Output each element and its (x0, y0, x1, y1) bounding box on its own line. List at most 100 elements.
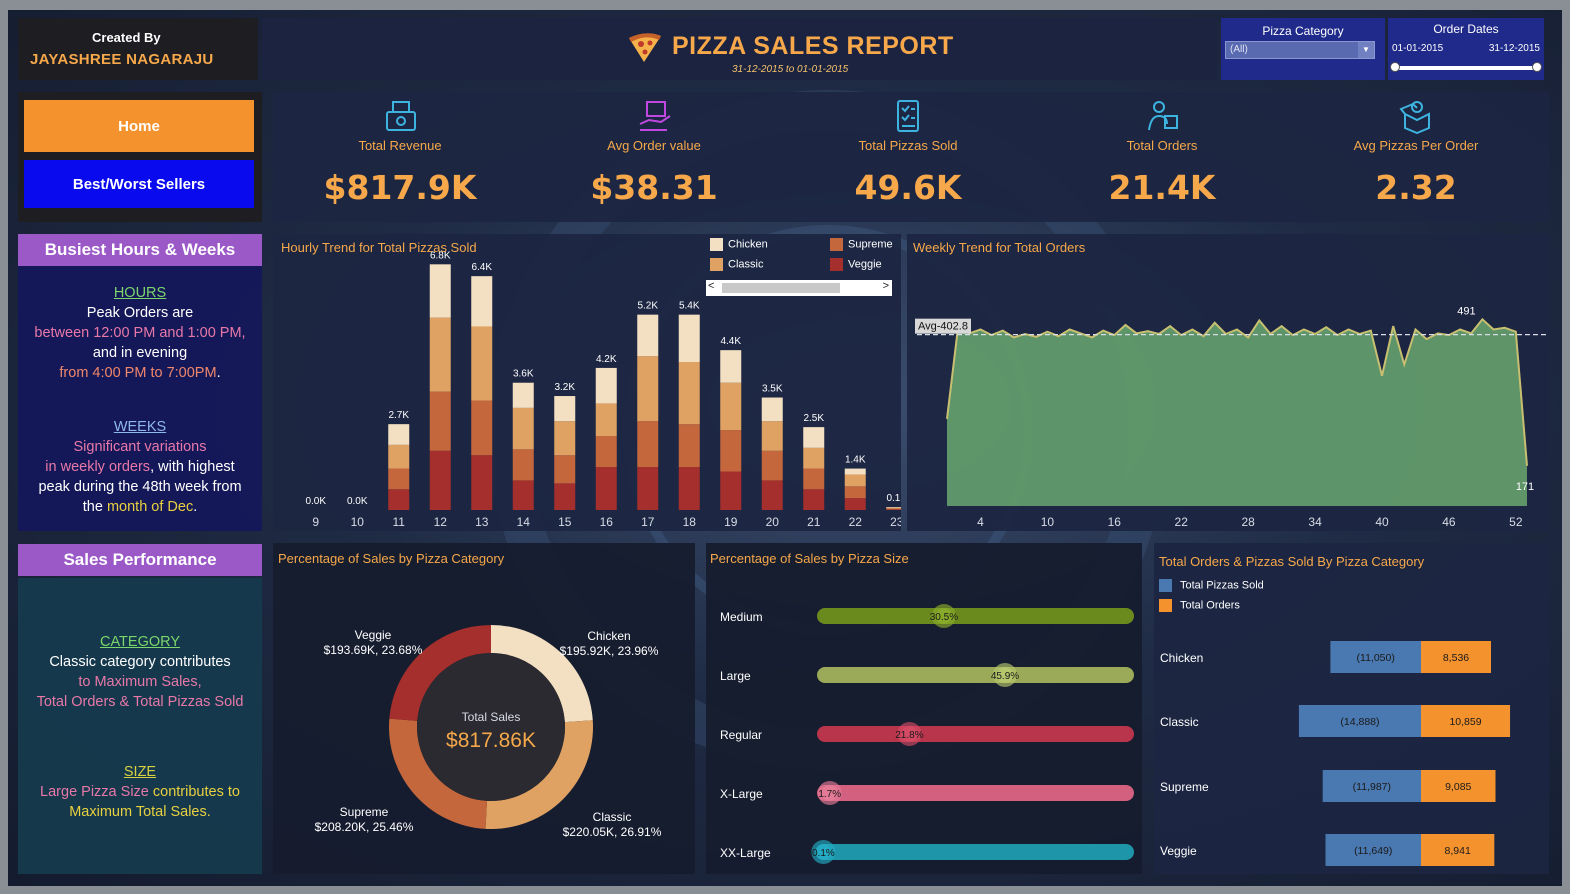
bar-total-label: 1.4K (845, 455, 866, 466)
category-line-1: Classic category contributes (49, 654, 231, 670)
size-category-label: Large (720, 669, 751, 683)
bar-segment-supreme (803, 468, 825, 490)
bar-segment-chicken (471, 276, 493, 327)
pizzas-sold-label: (11,987) (1353, 781, 1391, 793)
pizzas-sold-label: (11,649) (1354, 845, 1392, 857)
donut-hole (417, 653, 565, 801)
x-tick-label: 40 (1375, 515, 1389, 529)
author-name: JAYASHREE NAGARAJU (30, 51, 214, 68)
bar-segment-chicken (595, 367, 617, 404)
kpi-label: Avg Order value (607, 138, 701, 153)
x-tick-label: 4 (977, 515, 984, 529)
kpi-panel: Total Revenue $817.9K Avg Order value $3… (273, 92, 1549, 222)
bar-segment-supreme (844, 486, 866, 499)
x-tick-label: 18 (683, 515, 697, 529)
weeks-line-3: peak during the 48th week from (38, 479, 242, 495)
bar-total-label: 0.1K (886, 493, 901, 504)
date-start[interactable]: 01-01-2015 (1392, 43, 1443, 54)
bar-segment-supreme (720, 430, 742, 472)
best-worst-sellers-button[interactable]: Best/Worst Sellers (24, 160, 254, 208)
bar-segment-veggie (388, 489, 410, 510)
date-end-handle[interactable] (1532, 62, 1542, 72)
bar-segment-veggie (886, 509, 901, 510)
size-line-2: Maximum Total Sales. (69, 804, 211, 820)
report-title: PIZZA SALES REPORT (672, 32, 954, 60)
x-tick-label: 17 (641, 515, 655, 529)
weekly-area-fill (947, 319, 1527, 506)
donut-label-name: Veggie (355, 628, 392, 642)
x-tick-label: 22 (849, 515, 863, 529)
busiest-hours-title: Busiest Hours & Weeks (18, 234, 262, 266)
hours-line-3: and in evening (92, 345, 188, 361)
bar-segment-veggie (554, 483, 576, 510)
hours-line-4: from 4:00 PM to 7:00PM (59, 365, 217, 381)
size-bar-track (817, 667, 1134, 683)
created-by-label: Created By (92, 30, 161, 45)
bar-segment-classic (761, 421, 783, 451)
orders-category-label: Chicken (1160, 651, 1203, 665)
hours-line-4-end: . (216, 365, 221, 381)
kpi-avg-order-value: Avg Order value $38.31 (527, 92, 781, 222)
bar-segment-veggie (844, 498, 866, 510)
x-tick-label: 34 (1308, 515, 1322, 529)
size-bar-track (817, 608, 1134, 624)
hours-heading: HOURS (113, 285, 167, 301)
home-button[interactable]: Home (24, 100, 254, 152)
donut-label-value: $193.69K, 23.68% (324, 643, 423, 657)
weeks-line-1: Significant variations (73, 439, 207, 455)
peak-label: 491 (1457, 305, 1475, 317)
date-start-handle[interactable] (1390, 62, 1400, 72)
bar-segment-veggie (595, 467, 617, 510)
kpi-value: $38.31 (590, 168, 718, 207)
pizza-category-dropdown[interactable]: (All) ▼ (1225, 41, 1375, 59)
orders-category-label: Classic (1160, 715, 1199, 729)
date-range-track[interactable] (1394, 66, 1538, 70)
bar-segment-classic (471, 326, 493, 401)
bar-total-label: 6.4K (471, 262, 492, 273)
bar-segment-classic (844, 474, 866, 487)
size-category-label: Medium (720, 610, 763, 624)
bar-segment-chicken (720, 350, 742, 383)
bar-segment-chicken (886, 507, 901, 508)
bar-total-label: 5.2K (637, 301, 658, 312)
bar-segment-classic (388, 444, 410, 469)
x-tick-label: 20 (766, 515, 780, 529)
donut-label-name: Classic (593, 810, 632, 824)
x-tick-label: 11 (393, 515, 406, 529)
kpi-value: 49.6K (854, 168, 962, 207)
weekly-trend-panel: Weekly Trend for Total Orders Avg-402.8 4… (907, 234, 1549, 531)
bar-segment-classic (554, 421, 576, 456)
bar-total-label: 2.5K (803, 413, 824, 424)
bar-total-label: 0.0K (347, 496, 368, 507)
x-tick-label: 15 (558, 515, 572, 529)
date-end[interactable]: 31-12-2015 (1489, 43, 1540, 54)
checklist-icon (897, 100, 919, 132)
bar-segment-classic (886, 507, 901, 509)
x-tick-label: 22 (1175, 515, 1189, 529)
x-tick-label: 16 (600, 515, 614, 529)
x-tick-label: 21 (807, 515, 821, 529)
bar-total-label: 2.7K (388, 410, 409, 421)
bar-segment-classic (678, 362, 700, 425)
bar-segment-supreme (678, 424, 700, 468)
bar-segment-veggie (720, 471, 742, 510)
pizzas-sold-label: (11,050) (1357, 652, 1395, 664)
x-tick-label: 19 (724, 515, 738, 529)
donut-label-value: $208.20K, 25.46% (315, 820, 414, 834)
size-value-label: 21.8% (895, 730, 923, 741)
x-tick-label: 46 (1442, 515, 1456, 529)
x-tick-label: 10 (1041, 515, 1055, 529)
bar-segment-veggie (637, 467, 659, 510)
bar-segment-chicken (637, 314, 659, 357)
pizza-category-slicer: Pizza Category (All) ▼ (1221, 18, 1385, 80)
weeks-line-4c: . (193, 499, 198, 515)
bar-total-label: 4.2K (596, 354, 617, 365)
bar-segment-classic (512, 407, 534, 450)
x-tick-label: 52 (1509, 515, 1523, 529)
bar-total-label: 6.8K (430, 250, 451, 261)
size-heading: SIZE (123, 764, 157, 780)
chevron-down-icon[interactable]: ▼ (1358, 42, 1374, 58)
weeks-line-4a: the (82, 499, 107, 515)
weeks-line-2b: , with highest (150, 459, 235, 475)
bar-segment-veggie (429, 450, 451, 510)
